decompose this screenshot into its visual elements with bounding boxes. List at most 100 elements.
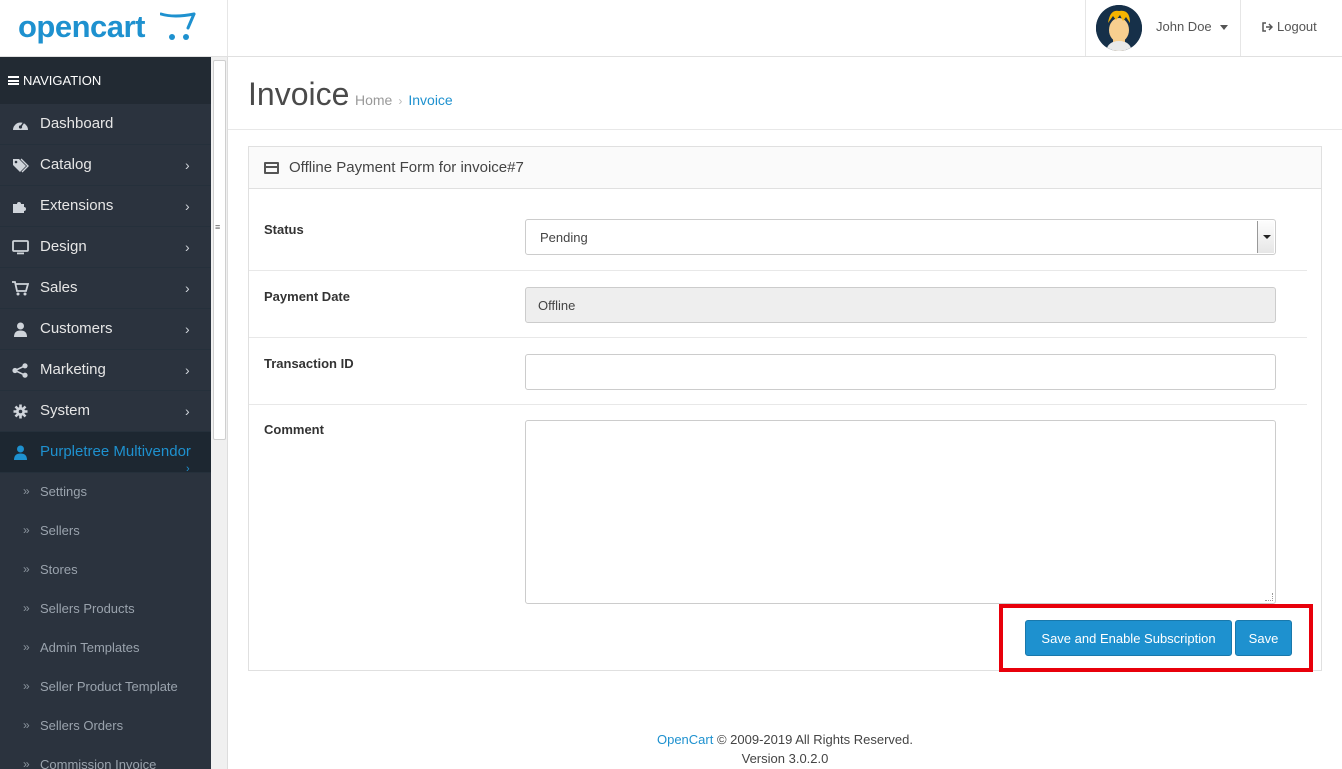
sidebar-subitem-sellers[interactable]: » Sellers	[0, 512, 211, 551]
sidebar-item-purpletree-multivendor[interactable]: Purpletree Multivendor ›	[0, 432, 211, 475]
sidebar-item-label: Sales	[40, 279, 78, 296]
user-icon	[14, 322, 27, 337]
sidebar-subitem-label: Seller Product Template	[40, 679, 178, 694]
sidebar-subitem-label: Settings	[40, 484, 87, 499]
resize-handle-icon[interactable]	[1265, 593, 1273, 601]
double-chevron-icon: »	[23, 601, 30, 615]
sidebar-subitem-admin-templates[interactable]: » Admin Templates	[0, 629, 211, 668]
sidebar-subitem-commission-invoice[interactable]: » Commission Invoice	[0, 746, 211, 769]
highlight-box	[999, 604, 1313, 672]
double-chevron-icon: »	[23, 757, 30, 769]
status-label: Status	[264, 222, 304, 237]
transaction-id-row: Transaction ID	[249, 338, 1307, 405]
double-chevron-icon: »	[23, 640, 30, 654]
logo[interactable]: opencart	[18, 9, 145, 45]
chevron-right-icon: ›	[185, 403, 190, 419]
user-menu[interactable]: John Doe	[1085, 0, 1241, 56]
sidebar-item-catalog[interactable]: Catalog ›	[0, 145, 211, 186]
page-title: Invoice	[248, 76, 350, 112]
breadcrumb-separator-icon: ›	[398, 94, 403, 108]
grip-icon: ≡	[215, 222, 221, 232]
panel-heading: Offline Payment Form for invoice#7	[249, 147, 1321, 189]
payment-date-row: Payment Date Offline	[249, 271, 1307, 338]
comment-label: Comment	[264, 422, 324, 437]
tags-icon	[13, 158, 29, 173]
credit-card-icon	[264, 162, 279, 174]
payment-date-label: Payment Date	[264, 289, 350, 304]
avatar	[1096, 5, 1142, 51]
chevron-right-icon: ›	[185, 362, 190, 378]
double-chevron-icon: »	[23, 562, 30, 576]
sidebar-item-label: Purpletree Multivendor	[40, 443, 191, 460]
payment-date-value: Offline	[538, 298, 576, 313]
chevron-right-icon: ›	[185, 280, 190, 296]
sidebar-subitem-label: Commission Invoice	[40, 757, 157, 769]
share-icon	[12, 363, 28, 378]
nav-header[interactable]: NAVIGATION	[0, 57, 211, 104]
status-selected-value: Pending	[540, 230, 588, 245]
sidebar-subitem-seller-product-template[interactable]: » Seller Product Template	[0, 668, 211, 707]
footer-version: Version 3.0.2.0	[741, 751, 829, 766]
double-chevron-icon: »	[23, 484, 30, 498]
sidebar-item-dashboard[interactable]: Dashboard	[0, 104, 211, 145]
logout-link[interactable]: Logout	[1262, 19, 1317, 34]
top-header: opencart John Doe Logout	[0, 0, 1342, 57]
status-select[interactable]: Pending	[525, 219, 1276, 255]
sidebar-subitem-stores[interactable]: » Stores	[0, 551, 211, 590]
chevron-down-icon[interactable]	[1257, 221, 1274, 253]
logo-area[interactable]: opencart	[0, 0, 228, 56]
dashboard-icon	[13, 121, 28, 130]
payment-date-field: Offline	[525, 287, 1276, 323]
double-chevron-icon: »	[23, 679, 30, 693]
sidebar-item-label: System	[40, 402, 91, 419]
sidebar-item-sales[interactable]: Sales ›	[0, 268, 211, 309]
footer-brand-link[interactable]: OpenCart	[657, 732, 713, 747]
payment-form-panel: Offline Payment Form for invoice#7 Statu…	[248, 146, 1322, 671]
transaction-id-input[interactable]	[525, 354, 1276, 390]
logout-label: Logout	[1277, 19, 1317, 34]
sidebar-subitem-label: Sellers Products	[40, 601, 135, 616]
sidebar-item-label: Catalog	[40, 156, 92, 173]
panel-title: Offline Payment Form for invoice#7	[289, 159, 524, 176]
menu-icon	[8, 76, 19, 85]
sidebar-subitem-sellers-products[interactable]: » Sellers Products	[0, 590, 211, 629]
user-name: John Doe	[1156, 19, 1212, 34]
user-icon	[14, 445, 27, 460]
puzzle-icon	[13, 202, 26, 213]
sidebar-item-customers[interactable]: Customers ›	[0, 309, 211, 350]
double-chevron-icon: »	[23, 718, 30, 732]
sidebar-subitem-label: Stores	[40, 562, 78, 577]
chevron-right-icon: ›	[185, 239, 190, 255]
double-chevron-icon: »	[23, 523, 30, 537]
footer-copyright-line: OpenCart © 2009-2019 All Rights Reserved…	[228, 730, 1342, 749]
sidebar: NAVIGATION Dashboard Catalog › Extension…	[0, 57, 211, 769]
sidebar-item-marketing[interactable]: Marketing ›	[0, 350, 211, 391]
sidebar-item-system[interactable]: System ›	[0, 391, 211, 432]
sidebar-item-label: Marketing	[40, 361, 106, 378]
status-row: Status Pending	[249, 189, 1307, 271]
sidebar-subitem-label: Sellers	[40, 523, 80, 538]
breadcrumb: Home › Invoice	[355, 92, 453, 108]
sign-out-icon	[1262, 22, 1273, 32]
content-divider	[228, 129, 1342, 130]
breadcrumb-invoice[interactable]: Invoice	[408, 92, 452, 108]
chevron-right-icon: ›	[185, 321, 190, 337]
gear-icon	[13, 404, 28, 419]
sidebar-subitem-sellers-orders[interactable]: » Sellers Orders	[0, 707, 211, 746]
transaction-id-label: Transaction ID	[264, 356, 354, 371]
sidebar-subitem-settings[interactable]: » Settings	[0, 473, 211, 512]
nav-title: NAVIGATION	[23, 73, 102, 88]
chevron-down-icon	[1220, 25, 1228, 30]
sidebar-subitem-label: Sellers Orders	[40, 718, 124, 733]
comment-textarea[interactable]	[525, 420, 1276, 604]
sidebar-item-label: Dashboard	[40, 115, 114, 132]
sidebar-item-extensions[interactable]: Extensions ›	[0, 186, 211, 227]
sidebar-scrollbar-thumb[interactable]	[213, 60, 226, 440]
sidebar-item-label: Design	[40, 238, 87, 255]
breadcrumb-home[interactable]: Home	[355, 92, 392, 108]
monitor-icon	[12, 240, 29, 255]
sidebar-subitem-label: Admin Templates	[40, 640, 140, 655]
cart-logo-icon	[160, 12, 196, 40]
sidebar-item-design[interactable]: Design ›	[0, 227, 211, 268]
footer-copyright: © 2009-2019 All Rights Reserved.	[713, 732, 913, 747]
